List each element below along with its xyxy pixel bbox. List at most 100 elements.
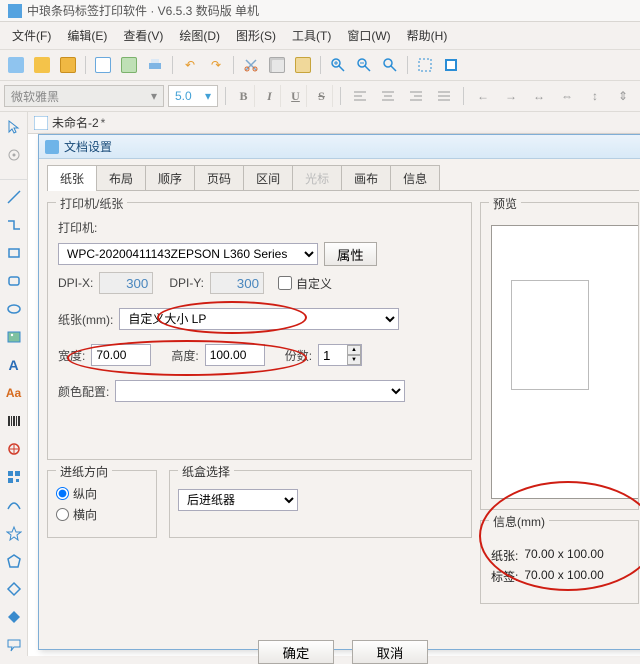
text-tool-icon[interactable]: A: [3, 354, 25, 376]
custom-dpi-check[interactable]: [278, 276, 292, 290]
spacing-wide-icon[interactable]: ⇔: [555, 85, 579, 107]
copies-spinner[interactable]: ▲ ▼: [318, 344, 362, 366]
pointer-tool-icon[interactable]: [3, 116, 25, 138]
open-icon[interactable]: [30, 54, 54, 76]
line-height-up-icon[interactable]: ↕: [583, 85, 607, 107]
align-justify-icon[interactable]: [432, 85, 456, 107]
label-paper: 纸张(mm):: [58, 311, 113, 328]
zoom-fit-icon[interactable]: [378, 54, 402, 76]
underline-button[interactable]: U: [285, 85, 307, 107]
menu-draw[interactable]: 绘图(D): [171, 24, 228, 47]
custom-dpi-checkbox[interactable]: 自定义: [278, 275, 332, 292]
radio-portrait[interactable]: 纵向: [56, 485, 148, 502]
document-tab[interactable]: 未命名-2 *: [28, 112, 640, 134]
copies-input[interactable]: [319, 345, 347, 365]
copies-up-icon[interactable]: ▲: [347, 345, 361, 355]
save-icon[interactable]: [56, 54, 80, 76]
paste-icon[interactable]: [291, 54, 315, 76]
printer-select[interactable]: WPC-20200411143ZEPSON L360 Series: [58, 243, 318, 265]
print-setup-icon[interactable]: [117, 54, 141, 76]
node-tool-icon[interactable]: [3, 144, 25, 166]
image-tool-icon[interactable]: [3, 326, 25, 348]
menu-view[interactable]: 查看(V): [115, 24, 171, 47]
rect-tool-icon[interactable]: [3, 242, 25, 264]
print-icon[interactable]: [143, 54, 167, 76]
radio-landscape-label: 横向: [73, 506, 97, 523]
paper-tray-select[interactable]: 后进纸器: [178, 489, 298, 511]
dpi-x-input[interactable]: [99, 272, 153, 294]
italic-button[interactable]: I: [259, 85, 281, 107]
paper-width-input[interactable]: [91, 344, 151, 366]
undo-icon[interactable]: ↶: [178, 54, 202, 76]
callout-tool-icon[interactable]: [3, 634, 25, 656]
zoom-in-icon[interactable]: [326, 54, 350, 76]
align-center-icon[interactable]: [376, 85, 400, 107]
new-icon[interactable]: [4, 54, 28, 76]
label-height: 高度:: [171, 347, 198, 364]
copy-icon[interactable]: [265, 54, 289, 76]
tab-layout[interactable]: 布局: [96, 165, 146, 191]
group-feed-direction: 进纸方向 纵向 横向: [47, 470, 157, 538]
tab-cursor[interactable]: 光标: [292, 165, 342, 191]
document-dirty-mark: *: [101, 116, 106, 130]
cut-icon[interactable]: [239, 54, 263, 76]
info-group: 信息(mm) 纸张: 70.00 x 100.00 标签: 70.00 x 10…: [480, 520, 639, 604]
spacing-narrow-icon[interactable]: ↔: [527, 85, 551, 107]
barcode-tool-icon[interactable]: [3, 410, 25, 432]
tab-info[interactable]: 信息: [390, 165, 440, 191]
info-paper-value: 70.00 x 100.00: [524, 547, 603, 564]
menubar: 文件(F) 编辑(E) 查看(V) 绘图(D) 图形(S) 工具(T) 窗口(W…: [0, 22, 640, 50]
ellipse-tool-icon[interactable]: [3, 298, 25, 320]
strike-button[interactable]: S: [311, 85, 333, 107]
roundrect-tool-icon[interactable]: [3, 270, 25, 292]
cancel-button[interactable]: 取消: [352, 640, 428, 664]
shape-tool-icon[interactable]: [3, 438, 25, 460]
tab-paper[interactable]: 纸张: [47, 165, 97, 191]
connector-tool-icon[interactable]: [3, 214, 25, 236]
radio-portrait-input[interactable]: [56, 487, 69, 500]
line-height-down-icon[interactable]: ⇕: [611, 85, 635, 107]
polygon-tool-icon[interactable]: [3, 550, 25, 572]
radio-landscape[interactable]: 横向: [56, 506, 148, 523]
zoom-out-icon[interactable]: [352, 54, 376, 76]
curve-tool-icon[interactable]: [3, 494, 25, 516]
template-icon[interactable]: [91, 54, 115, 76]
bold-button[interactable]: B: [233, 85, 255, 107]
left-toolbox: A Aa: [0, 112, 28, 656]
redo-icon[interactable]: ↷: [204, 54, 228, 76]
select-all-icon[interactable]: [413, 54, 437, 76]
copies-down-icon[interactable]: ▼: [347, 355, 361, 365]
star-tool-icon[interactable]: [3, 522, 25, 544]
menu-window[interactable]: 窗口(W): [339, 24, 398, 47]
line-tool-icon[interactable]: [3, 186, 25, 208]
tab-order[interactable]: 顺序: [145, 165, 195, 191]
font-name-value: 微软雅黑: [11, 88, 59, 105]
menu-file[interactable]: 文件(F): [4, 24, 59, 47]
align-right-icon[interactable]: [404, 85, 428, 107]
menu-tool[interactable]: 工具(T): [284, 24, 339, 47]
align-left-icon[interactable]: [348, 85, 372, 107]
paper-size-select[interactable]: 自定义大小 LP: [119, 308, 399, 330]
menu-shape[interactable]: 图形(S): [228, 24, 284, 47]
shape-fill-tool-icon[interactable]: [3, 606, 25, 628]
diamond-tool-icon[interactable]: [3, 578, 25, 600]
tab-range[interactable]: 区间: [243, 165, 293, 191]
qrcode-tool-icon[interactable]: [3, 466, 25, 488]
tab-canvas[interactable]: 画布: [341, 165, 391, 191]
menu-help[interactable]: 帮助(H): [399, 24, 456, 47]
text-tool-a-icon[interactable]: ←: [471, 85, 495, 107]
menu-edit[interactable]: 编辑(E): [59, 24, 115, 47]
font-name-combo[interactable]: 微软雅黑 ▾: [4, 85, 164, 107]
deselect-icon[interactable]: [439, 54, 463, 76]
font-size-combo[interactable]: 5.0 ▾: [168, 85, 218, 107]
tab-pageno[interactable]: 页码: [194, 165, 244, 191]
printer-properties-button[interactable]: 属性: [324, 242, 377, 266]
dialog-titlebar[interactable]: 文档设置: [39, 135, 640, 159]
text-tool-b-icon[interactable]: →: [499, 85, 523, 107]
richtext-tool-icon[interactable]: Aa: [3, 382, 25, 404]
color-profile-select[interactable]: [115, 380, 405, 402]
paper-height-input[interactable]: [205, 344, 265, 366]
ok-button[interactable]: 确定: [258, 640, 334, 664]
radio-landscape-input[interactable]: [56, 508, 69, 521]
dpi-y-input[interactable]: [210, 272, 264, 294]
